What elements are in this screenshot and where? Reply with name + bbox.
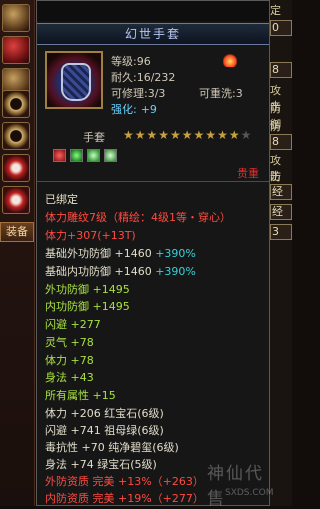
aptitude-line: 内防资质 完美 +19%（+277） — [45, 492, 204, 505]
attribute-bonus: +390% — [155, 247, 196, 260]
equip-tab[interactable]: 装备 — [0, 222, 34, 242]
gem-line: 闪避 +741 祖母绿(6级) — [45, 424, 164, 437]
attribute-line: 体力雕纹7级（精绘：4级1等・穿心） — [45, 211, 231, 224]
charm-slot-icon[interactable] — [2, 154, 30, 182]
attribute-line: 体力 +78 — [45, 354, 94, 367]
attribute-line: 闪避 +277 — [45, 318, 101, 331]
attribute-line: 灵气 +78 — [45, 336, 94, 349]
attribute-text: 基础外功防御 +1460 — [45, 247, 152, 260]
attribute-line: 所有属性 +15 — [45, 389, 116, 402]
attribute-text: 基础内功防御 +1460 — [45, 265, 152, 278]
armor-slot-icon[interactable] — [2, 36, 30, 64]
gauntlet-icon — [45, 51, 103, 109]
attribute-line: 外功防御 +1495 — [45, 283, 130, 296]
star-rating: ★★★★★★★★★★★ — [123, 128, 252, 142]
attribute-line: 基础外功防御 +1460 +390% — [45, 245, 196, 261]
green-gem-socket-icon — [70, 149, 83, 162]
green-gem-socket-icon — [87, 149, 100, 162]
red-gem-socket-icon — [53, 149, 66, 162]
ring-slot-icon[interactable] — [2, 122, 30, 150]
item-strengthen: 强化: +9 — [111, 101, 157, 117]
aptitude-line: 外防资质 完美 +13%（+263） — [45, 475, 204, 488]
strengthen-label: 强化: — [111, 103, 137, 116]
item-title: 幻世手套 — [37, 23, 269, 45]
item-repairable: 可修理:3/3 — [111, 87, 166, 100]
stars-filled: ★★★★★★★★★★ — [123, 128, 241, 142]
watermark-url: SXDS.COM — [225, 488, 274, 498]
stat-value-box: 8 — [270, 134, 292, 150]
gem-line: 身法 +74 绿宝石(5级) — [45, 458, 157, 471]
ring-slot-icon[interactable] — [2, 90, 30, 118]
attribute-line: 身法 +43 — [45, 371, 94, 384]
item-durability: 耐久:16/232 — [111, 71, 176, 84]
bound-status: 已绑定 — [45, 193, 78, 206]
price-tag: 贵重 — [237, 167, 259, 180]
item-tooltip: 幻世手套 等级:96 耐久:16/232 可修理:3/3 可重洗:3 强化: +9… — [36, 0, 274, 509]
attribute-bonus: +390% — [155, 265, 196, 278]
attribute-line: 体力+307(+13T) — [45, 229, 136, 242]
stat-value-box: 3 — [270, 224, 292, 240]
watermark: 神仙代售 — [207, 464, 264, 509]
attribute-line: 内功防御 +1495 — [45, 300, 130, 313]
stat-value-box: 8 — [270, 62, 292, 78]
item-type: 手套 — [83, 131, 105, 144]
gem-line: 毒抗性 +70 纯净碧玺(6级) — [45, 441, 179, 454]
attribute-line: 基础内功防御 +1460 +390% — [45, 263, 196, 279]
equipment-slot-column: 装备 — [0, 0, 35, 506]
helmet-slot-icon[interactable] — [2, 4, 30, 32]
stat-value-box: 经 — [270, 204, 292, 220]
strengthen-value: +9 — [140, 103, 157, 116]
item-level: 等级:96 — [111, 55, 151, 68]
item-rewash: 可重洗:3 — [199, 87, 243, 100]
charm-slot-icon[interactable] — [2, 186, 30, 214]
fire-icon — [223, 53, 237, 67]
gem-line: 体力 +206 红宝石(6级) — [45, 407, 164, 420]
tooltip-header-band — [37, 1, 269, 21]
stat-value-box: 经 — [270, 184, 292, 200]
character-stats-strip: 定力 0 8 攻击 防御 防御 8 攻击 防御 经 经 3 — [269, 0, 292, 506]
divider — [37, 181, 269, 182]
stars-empty: ★ — [240, 128, 253, 142]
stat-value-box: 0 — [270, 20, 292, 36]
green-gem-socket-icon — [104, 149, 117, 162]
